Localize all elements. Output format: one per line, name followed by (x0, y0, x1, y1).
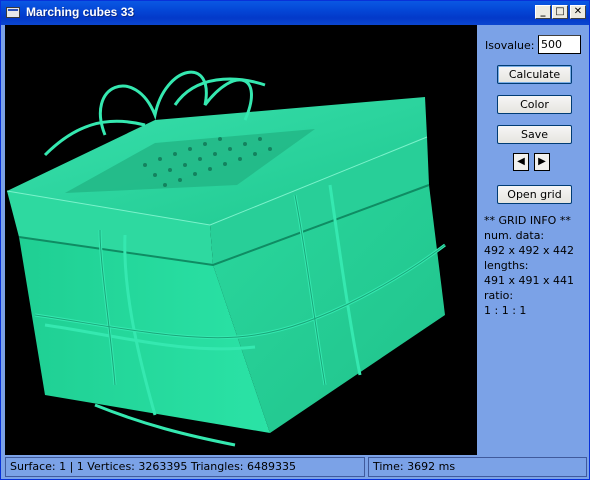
prev-arrow-icon[interactable]: ◀ (513, 153, 529, 171)
maximize-button[interactable]: □ (552, 5, 568, 19)
lengths-label: lengths: (484, 259, 529, 272)
grid-info: ** GRID INFO ** num. data: 492 x 492 x 4… (484, 213, 574, 318)
status-surface-info: Surface: 1 | 1 Vertices: 3263395 Triangl… (5, 457, 365, 477)
status-time: Time: 3692 ms (368, 457, 587, 477)
ratio-label: ratio: (484, 289, 514, 302)
isovalue-label: Isovalue: (485, 39, 535, 52)
save-button[interactable]: Save (497, 125, 572, 144)
next-arrow-icon[interactable]: ▶ (534, 153, 550, 171)
control-panel: Isovalue: Calculate Color Save ◀ ▶ Open … (477, 25, 589, 455)
calculate-button[interactable]: Calculate (497, 65, 572, 84)
num-data-label: num. data: (484, 229, 545, 242)
isovalue-input[interactable] (538, 35, 581, 54)
grid-info-header: ** GRID INFO ** (484, 214, 571, 227)
num-data-value: 492 x 492 x 442 (484, 244, 574, 257)
color-button[interactable]: Color (497, 95, 572, 114)
lengths-value: 491 x 491 x 441 (484, 274, 574, 287)
status-bar: Surface: 1 | 1 Vertices: 3263395 Triangl… (5, 457, 587, 477)
ratio-value: 1 : 1 : 1 (484, 304, 527, 317)
title-bar[interactable]: Marching cubes 33 _ □ ✕ (1, 1, 589, 25)
open-grid-button[interactable]: Open grid (497, 185, 572, 204)
app-window: Marching cubes 33 _ □ ✕ Isovalue: 500 Ca… (0, 0, 590, 480)
window-title: Marching cubes 33 (26, 5, 135, 19)
window-icon (6, 7, 20, 18)
minimize-button[interactable]: _ (535, 5, 551, 19)
render-viewport[interactable] (5, 25, 477, 455)
close-button[interactable]: ✕ (570, 5, 586, 19)
isosurface-render (6, 70, 446, 447)
